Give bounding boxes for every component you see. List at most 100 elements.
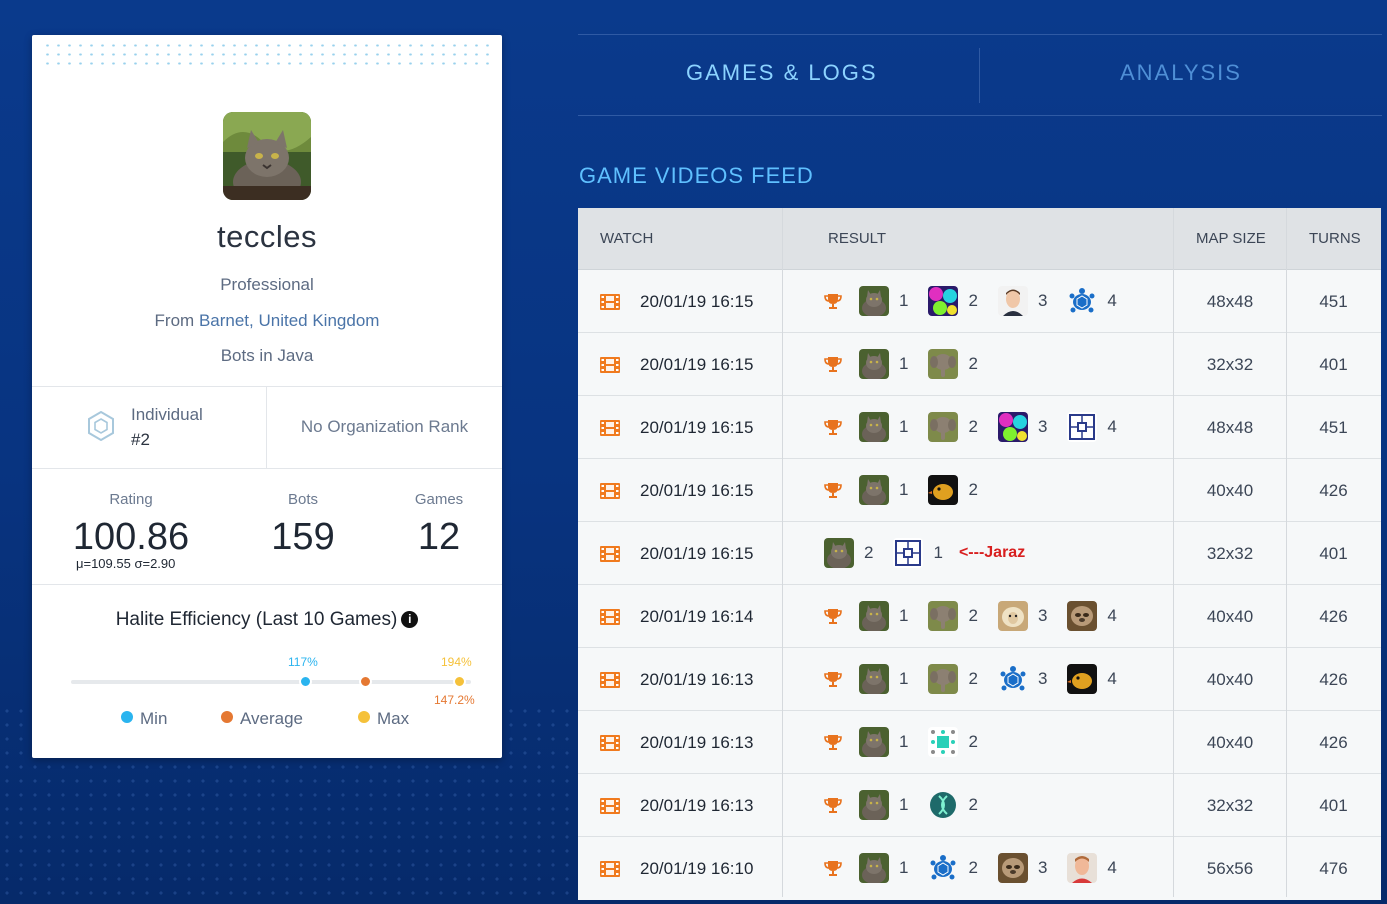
player-result: 4 bbox=[1067, 664, 1117, 694]
player-result: 2 bbox=[928, 601, 978, 631]
neon-avatar-icon[interactable] bbox=[997, 412, 1028, 442]
cat-avatar-icon[interactable] bbox=[859, 853, 889, 883]
table-row[interactable]: 20/01/19 16:13 1 2 3 4 40x40 426 bbox=[578, 648, 1381, 711]
cat-avatar-icon[interactable] bbox=[859, 475, 889, 505]
table-row[interactable]: 20/01/19 16:15 1 2 3 4 48x48 451 bbox=[578, 396, 1381, 459]
rank-value: #2 bbox=[131, 430, 150, 449]
table-row[interactable]: 20/01/19 16:15 1 2 32x32 401 bbox=[578, 333, 1381, 396]
turn-count: 426 bbox=[1319, 733, 1348, 752]
film-icon[interactable] bbox=[600, 672, 620, 688]
film-icon[interactable] bbox=[600, 357, 620, 373]
film-icon[interactable] bbox=[600, 861, 620, 877]
film-icon[interactable] bbox=[600, 609, 620, 625]
player-result: 1 bbox=[859, 727, 908, 757]
game-date[interactable]: 20/01/19 16:15 bbox=[640, 292, 753, 312]
cat-avatar-icon[interactable] bbox=[859, 601, 889, 631]
player-result: 1 bbox=[859, 601, 908, 631]
game-date[interactable]: 20/01/19 16:10 bbox=[640, 859, 753, 879]
player-rank: 2 bbox=[968, 354, 978, 373]
bird-avatar-icon[interactable] bbox=[1067, 664, 1098, 694]
film-icon[interactable] bbox=[600, 420, 620, 436]
player-rank: 2 bbox=[968, 669, 978, 688]
film-icon[interactable] bbox=[600, 483, 620, 499]
dna-avatar-icon[interactable] bbox=[928, 790, 958, 820]
game-date[interactable]: 20/01/19 16:13 bbox=[640, 670, 753, 690]
sloth-avatar-icon[interactable] bbox=[997, 853, 1028, 883]
game-date[interactable]: 20/01/19 16:14 bbox=[640, 607, 753, 627]
game-date[interactable]: 20/01/19 16:15 bbox=[640, 418, 753, 438]
bird-avatar-icon[interactable] bbox=[928, 475, 959, 505]
tabs-bottom-border bbox=[578, 115, 1382, 116]
organization-rank: No Organization Rank bbox=[300, 417, 469, 436]
table-row[interactable]: 20/01/19 16:15 1 2 3 4 48x48 451 bbox=[578, 270, 1381, 333]
player-result: 3 bbox=[997, 601, 1047, 631]
map-size: 48x48 bbox=[1206, 292, 1254, 311]
rank-badge-icon bbox=[88, 411, 114, 441]
elephant-avatar-icon[interactable] bbox=[928, 664, 959, 694]
player-result: 2 bbox=[928, 286, 978, 316]
sheep-avatar-icon[interactable] bbox=[997, 601, 1028, 631]
game-date[interactable]: 20/01/19 16:13 bbox=[640, 733, 753, 753]
film-icon[interactable] bbox=[600, 546, 620, 562]
table-row[interactable]: 20/01/19 16:14 1 2 3 4 40x40 426 bbox=[578, 585, 1381, 648]
elephant-avatar-icon[interactable] bbox=[928, 412, 959, 442]
neon-avatar-icon[interactable] bbox=[928, 286, 959, 316]
game-date[interactable]: 20/01/19 16:15 bbox=[640, 355, 753, 375]
trophy-icon bbox=[824, 483, 842, 498]
player-rank: 1 bbox=[899, 858, 909, 877]
location-link[interactable]: Barnet, United Kingdom bbox=[199, 311, 380, 330]
header-watch: WATCH bbox=[600, 230, 654, 247]
game-date[interactable]: 20/01/19 16:15 bbox=[640, 481, 753, 501]
average-percent: 147.2% bbox=[434, 693, 475, 707]
quilt-avatar-icon[interactable] bbox=[893, 538, 924, 568]
game-result: 12 bbox=[824, 474, 998, 506]
table-header: WATCH RESULT MAP SIZE TURNS bbox=[578, 208, 1381, 270]
table-row[interactable]: 20/01/19 16:13 1 2 32x32 401 bbox=[578, 774, 1381, 837]
map-size: 56x56 bbox=[1206, 859, 1254, 878]
map-size: 40x40 bbox=[1206, 481, 1254, 500]
rating-value: 100.86 bbox=[72, 516, 190, 558]
game-result: 1 2 3 4 bbox=[824, 663, 1137, 695]
man-avatar-icon[interactable] bbox=[997, 286, 1028, 316]
cat-avatar-icon[interactable] bbox=[824, 538, 854, 568]
game-date[interactable]: 20/01/19 16:13 bbox=[640, 796, 753, 816]
cat-avatar-icon[interactable] bbox=[859, 286, 889, 316]
game-result: 12 bbox=[824, 726, 998, 758]
cat-avatar-icon[interactable] bbox=[859, 664, 889, 694]
film-icon[interactable] bbox=[600, 798, 620, 814]
game-result: 12 bbox=[824, 789, 998, 821]
pattern-avatar-icon[interactable] bbox=[928, 727, 959, 757]
cat-avatar-icon[interactable] bbox=[859, 349, 889, 379]
player-rank: 2 bbox=[968, 795, 978, 814]
elephant-avatar-icon[interactable] bbox=[928, 349, 959, 379]
table-row[interactable]: 20/01/19 16:10 1 2 3 4 56x56 476 bbox=[578, 837, 1381, 900]
column-divider bbox=[782, 208, 783, 897]
rating-sub: μ=109.55 σ=2.90 bbox=[76, 556, 176, 571]
cat-avatar-icon[interactable] bbox=[859, 412, 889, 442]
turtle-avatar-icon[interactable] bbox=[1067, 286, 1097, 316]
min-percent: 117% bbox=[288, 655, 318, 669]
max-marker bbox=[452, 675, 466, 688]
player-result: 4 bbox=[1067, 601, 1117, 631]
cat-avatar-icon[interactable] bbox=[859, 727, 889, 757]
elephant-avatar-icon[interactable] bbox=[928, 601, 959, 631]
table-row[interactable]: 20/01/19 16:13 1 2 40x40 426 bbox=[578, 711, 1381, 774]
turn-count: 401 bbox=[1319, 355, 1348, 374]
table-row[interactable]: 20/01/19 16:15 2 1 <---Jaraz 32x32 401 bbox=[578, 522, 1381, 585]
sloth-avatar-icon[interactable] bbox=[1067, 601, 1098, 631]
redman-avatar-icon[interactable] bbox=[1067, 853, 1098, 883]
quilt-avatar-icon[interactable] bbox=[1067, 412, 1098, 442]
info-icon[interactable]: i bbox=[401, 611, 419, 628]
turtle-avatar-icon[interactable] bbox=[928, 853, 958, 883]
tab-analysis[interactable]: ANALYSIS bbox=[1120, 60, 1242, 86]
cat-avatar-icon[interactable] bbox=[859, 790, 889, 820]
tab-games-logs[interactable]: GAMES & LOGS bbox=[686, 60, 878, 86]
player-rank: 1 bbox=[899, 291, 909, 310]
table-row[interactable]: 20/01/19 16:15 1 2 40x40 426 bbox=[578, 459, 1381, 522]
turtle-avatar-icon[interactable] bbox=[998, 664, 1028, 694]
player-result: 4 bbox=[1067, 853, 1117, 883]
bots-label: Bots bbox=[287, 491, 318, 508]
game-date[interactable]: 20/01/19 16:15 bbox=[640, 544, 753, 564]
film-icon[interactable] bbox=[600, 735, 620, 751]
film-icon[interactable] bbox=[600, 294, 620, 310]
